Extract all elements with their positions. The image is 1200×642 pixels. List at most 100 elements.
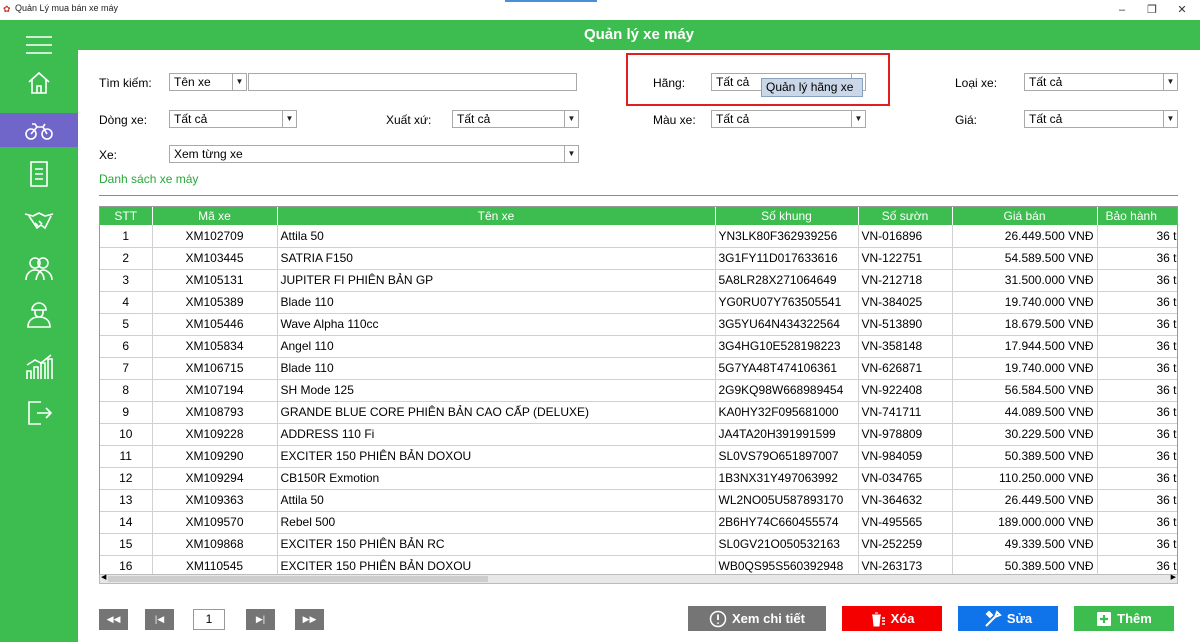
column-header[interactable]: Số sườn (858, 207, 953, 225)
chevron-down-icon: ▼ (1163, 111, 1177, 127)
chevron-down-icon: ▼ (564, 111, 578, 127)
table-cell: 31.500.000 VNĐ (952, 269, 1098, 292)
last-page-button[interactable]: ▶▶ (295, 609, 324, 630)
minimize-button[interactable]: – (1110, 1, 1134, 19)
vehicle-table[interactable]: STT Mã xe Tên xe Số khung Số sườn Giá bá… (99, 206, 1178, 584)
table-row[interactable]: 8 XM107194 SH Mode 125 2G9KQ98W668989454 VN-… (100, 379, 1177, 402)
table-cell: 2B6HY74C660455574 (715, 511, 859, 534)
table-cell: VN-016896 (858, 225, 953, 248)
view-detail-label: Xem chi tiết (732, 611, 805, 626)
vehicle-select[interactable]: Xem từng xe ▼ (169, 145, 579, 163)
table-row[interactable]: 10 XM109228 ADDRESS 110 Fi JA4TA20H39199159… (100, 423, 1177, 446)
column-header[interactable]: Tên xe (277, 207, 716, 225)
table-cell: 30.229.500 VNĐ (952, 423, 1098, 446)
table-cell: 2G9KQ98W668989454 (715, 379, 859, 402)
table-row[interactable]: 2 XM103445 SATRIA F150 3G1FY11D017633616 VN-… (100, 247, 1177, 270)
table-row[interactable]: 11 XM109290 EXCITER 150 PHIÊN BẢN DOXOU SL0… (100, 445, 1177, 468)
first-page-button[interactable]: ◀◀ (99, 609, 128, 630)
table-row[interactable]: 12 XM109294 CB150R Exmotion 1B3NX31Y4970639… (100, 467, 1177, 490)
table-cell: 36 thán (1097, 291, 1177, 314)
table-row[interactable]: 13 XM109363 Attila 50 WL2NO05U587893170 VN-3… (100, 489, 1177, 512)
table-row[interactable]: 3 XM105131 JUPITER FI PHIÊN BẢN GP 5A8LR28X… (100, 269, 1177, 292)
table-row[interactable]: 4 XM105389 Blade 110 YG0RU07Y763505541 VN-38… (100, 291, 1177, 314)
table-cell: 18.679.500 VNĐ (952, 313, 1098, 336)
column-header[interactable]: Số khung (715, 207, 859, 225)
table-cell: XM107194 (152, 379, 278, 402)
table-cell: 5G7YA48T474106361 (715, 357, 859, 380)
table-cell: 36 thán (1097, 467, 1177, 490)
logout-icon[interactable] (0, 395, 78, 429)
maximize-button[interactable]: ❐ (1140, 1, 1164, 19)
staff-icon[interactable] (0, 297, 78, 331)
table-row[interactable]: 6 XM105834 Angel 110 3G4HG10E528198223 VN-35… (100, 335, 1177, 358)
add-icon (1097, 611, 1112, 626)
scrollbar-thumb[interactable] (108, 576, 488, 582)
table-row[interactable]: 5 XM105446 Wave Alpha 110cc 3G5YU64N4343225… (100, 313, 1177, 336)
delete-button[interactable]: Xóa (842, 606, 942, 631)
table-row[interactable]: 9 XM108793 GRANDE BLUE CORE PHIÊN BẢN CAO … (100, 401, 1177, 424)
add-button[interactable]: Thêm (1074, 606, 1174, 631)
table-cell: Wave Alpha 110cc (277, 313, 716, 336)
add-label: Thêm (1117, 611, 1152, 626)
prev-page-button[interactable]: |◀ (145, 609, 174, 630)
search-field-select[interactable]: Tên xe ▼ (169, 73, 247, 91)
vehicle-label: Xe: (99, 148, 118, 162)
table-cell: 9 (100, 401, 153, 424)
table-cell: Angel 110 (277, 335, 716, 358)
table-row[interactable]: 7 XM106715 Blade 110 5G7YA48T474106361 VN-62… (100, 357, 1177, 380)
search-input[interactable] (248, 73, 577, 91)
search-field-value: Tên xe (174, 75, 211, 89)
search-label: Tìm kiếm: (99, 76, 152, 90)
table-cell: 26.449.500 VNĐ (952, 225, 1098, 248)
table-cell: JUPITER FI PHIÊN BẢN GP (277, 269, 716, 292)
next-page-button[interactable]: ▶| (246, 609, 275, 630)
origin-select[interactable]: Tất cả ▼ (452, 110, 579, 128)
table-cell: 56.584.500 VNĐ (952, 379, 1098, 402)
column-header[interactable]: Bảo hành (1097, 207, 1177, 225)
list-title: Danh sách xe máy (99, 172, 199, 186)
table-cell: XM105131 (152, 269, 278, 292)
table-cell: 54.589.500 VNĐ (952, 247, 1098, 270)
page-number-input[interactable]: 1 (193, 609, 225, 630)
table-cell: EXCITER 150 PHIÊN BẢN RC (277, 533, 716, 556)
table-row[interactable]: 1 XM102709 Attila 50 YN3LK80F362939256 VN-01… (100, 225, 1177, 248)
color-select[interactable]: Tất cả ▼ (711, 110, 866, 128)
handshake-icon[interactable] (0, 204, 78, 238)
motorbike-icon[interactable] (0, 113, 78, 147)
view-detail-button[interactable]: Xem chi tiết (688, 606, 826, 631)
close-button[interactable]: ✕ (1170, 1, 1194, 19)
menu-icon[interactable] (0, 28, 78, 62)
column-header[interactable]: Giá bán (952, 207, 1098, 225)
invoice-icon[interactable] (0, 157, 78, 191)
horizontal-scrollbar[interactable]: ◀ ▶ (99, 574, 1178, 584)
table-cell: VN-122751 (858, 247, 953, 270)
table-cell: EXCITER 150 PHIÊN BẢN DOXOU (277, 445, 716, 468)
info-icon (709, 610, 727, 627)
table-row[interactable]: 15 XM109868 EXCITER 150 PHIÊN BẢN RC SL0GV2… (100, 533, 1177, 556)
line-select[interactable]: Tất cả ▼ (169, 110, 297, 128)
price-select[interactable]: Tất cả ▼ (1024, 110, 1178, 128)
customers-icon[interactable] (0, 251, 78, 285)
chevron-down-icon: ▼ (1163, 74, 1177, 90)
table-cell: 49.339.500 VNĐ (952, 533, 1098, 556)
scroll-right-icon[interactable]: ▶ (1171, 573, 1176, 581)
home-icon[interactable] (0, 66, 78, 100)
price-label: Giá: (955, 113, 978, 127)
table-cell: VN-364632 (858, 489, 953, 512)
table-cell: 1 (100, 225, 153, 248)
edit-button[interactable]: Sửa (958, 606, 1058, 631)
statistics-icon[interactable] (0, 350, 78, 384)
type-select[interactable]: Tất cả ▼ (1024, 73, 1178, 91)
chevron-down-icon: ▼ (232, 74, 246, 90)
table-cell: XM105834 (152, 335, 278, 358)
table-row[interactable]: 14 XM109570 Rebel 500 2B6HY74C660455574 VN-4… (100, 511, 1177, 534)
column-header[interactable]: Mã xe (152, 207, 278, 225)
column-header[interactable]: STT (100, 207, 153, 225)
table-cell: XM109228 (152, 423, 278, 446)
table-cell: 36 thán (1097, 445, 1177, 468)
table-cell: 36 thán (1097, 379, 1177, 402)
line-value: Tất cả (174, 112, 208, 126)
divider (99, 195, 1178, 196)
color-label: Màu xe: (653, 113, 696, 127)
scroll-left-icon[interactable]: ◀ (101, 573, 106, 581)
